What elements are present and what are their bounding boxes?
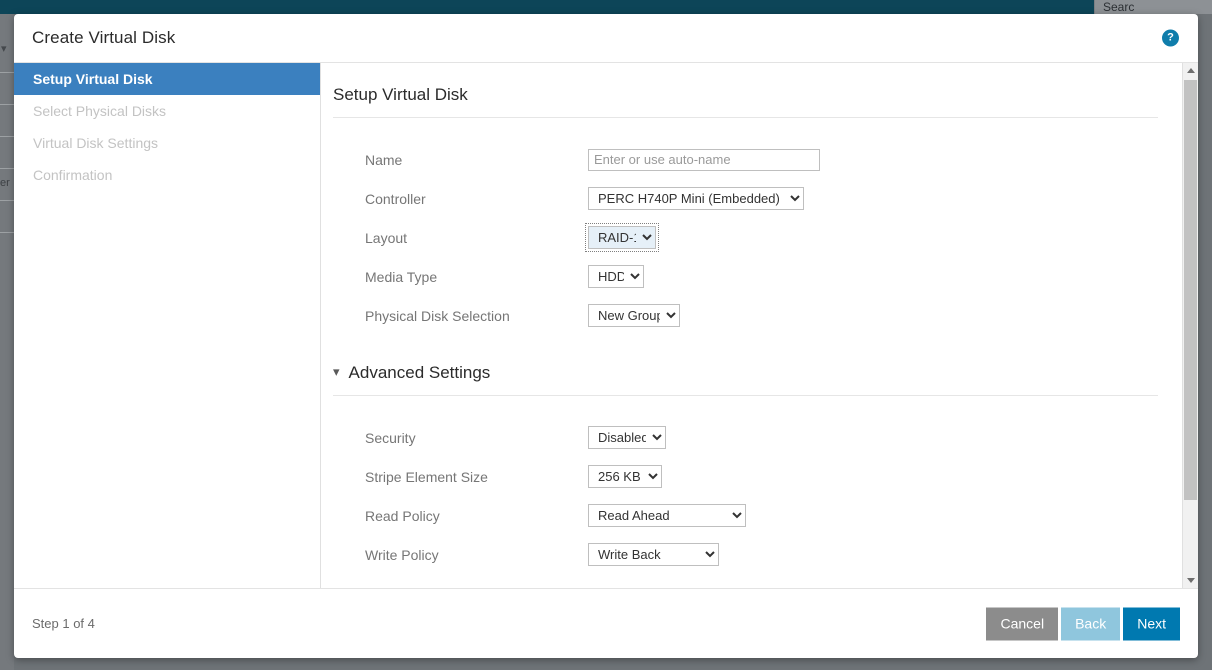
dialog-body: Setup Virtual Disk Select Physical Disks V… — [14, 63, 1198, 588]
control-name — [588, 149, 1158, 171]
control-security: DisabledEnabled — [588, 426, 1158, 449]
stripe-element-size-select[interactable]: 64 KB128 KB256 KB512 KB1 MB — [588, 465, 662, 488]
control-controller: PERC H740P Mini (Embedded) — [588, 187, 1158, 210]
content-inner: Setup Virtual Disk Name ControllerPERC H7… — [321, 63, 1198, 574]
form-row-stripe-element-size: Stripe Element Size64 KB128 KB256 KB512 … — [333, 457, 1158, 496]
form-row-physical-disk-selection: Physical Disk SelectionNew GroupExisting… — [333, 296, 1158, 335]
background-top-bar — [0, 0, 1212, 14]
wizard-step-virtual-disk-settings[interactable]: Virtual Disk Settings — [14, 127, 320, 159]
footer-button-group: CancelBackNext — [986, 607, 1180, 640]
background-left-panel — [0, 14, 14, 670]
back-button[interactable]: Back — [1061, 607, 1120, 640]
basic-settings-form: Name ControllerPERC H740P Mini (Embedded)… — [333, 118, 1158, 335]
chevron-down-icon: ▾ — [1, 44, 7, 55]
security-select[interactable]: DisabledEnabled — [588, 426, 666, 449]
scrollbar-thumb[interactable] — [1184, 80, 1197, 500]
wizard-step-list: Setup Virtual Disk Select Physical Disks V… — [14, 63, 321, 588]
content-pane: Setup Virtual Disk Name ControllerPERC H7… — [321, 63, 1198, 588]
page-title: Setup Virtual Disk — [333, 85, 1158, 118]
advanced-settings-toggle[interactable]: ▾ Advanced Settings — [333, 363, 1158, 396]
wizard-step-select-physical-disks[interactable]: Select Physical Disks — [14, 95, 320, 127]
chevron-down-icon: ▾ — [333, 364, 340, 380]
advanced-settings-label: Advanced Settings — [349, 363, 491, 383]
wizard-step-label: Select Physical Disks — [33, 103, 166, 119]
create-virtual-disk-dialog: Create Virtual Disk ? Setup Virtual Disk… — [14, 14, 1198, 658]
control-stripe-element-size: 64 KB128 KB256 KB512 KB1 MB — [588, 465, 1158, 488]
wizard-step-confirmation[interactable]: Confirmation — [14, 159, 320, 191]
form-row-name: Name — [333, 140, 1158, 179]
label-physical-disk-selection: Physical Disk Selection — [333, 308, 588, 324]
step-counter: Step 1 of 4 — [32, 616, 95, 631]
scroll-down-arrow-icon[interactable] — [1183, 573, 1198, 588]
wizard-step-label: Virtual Disk Settings — [33, 135, 158, 151]
form-row-read-policy: Read PolicyRead AheadNo Read Ahead — [333, 496, 1158, 535]
background-divider — [0, 200, 14, 201]
background-divider — [0, 72, 14, 73]
background-divider — [0, 168, 14, 169]
label-security: Security — [333, 430, 588, 446]
advanced-settings-form: SecurityDisabledEnabledStripe Element Si… — [333, 396, 1158, 574]
write-policy-select[interactable]: Write BackWrite ThroughForce Write Back — [588, 543, 719, 566]
control-read-policy: Read AheadNo Read Ahead — [588, 504, 1158, 527]
help-icon[interactable]: ? — [1162, 30, 1179, 47]
control-layout: RAID-0RAID-1RAID-5RAID-6RAID-10RAID-50RA… — [588, 226, 1158, 249]
read-policy-select[interactable]: Read AheadNo Read Ahead — [588, 504, 746, 527]
background-divider — [0, 232, 14, 233]
section-spacer — [333, 335, 1158, 363]
form-row-layout: LayoutRAID-0RAID-1RAID-5RAID-6RAID-10RAI… — [333, 218, 1158, 257]
form-row-media-type: Media TypeHDDSSD — [333, 257, 1158, 296]
form-row-write-policy: Write PolicyWrite BackWrite ThroughForce… — [333, 535, 1158, 574]
control-write-policy: Write BackWrite ThroughForce Write Back — [588, 543, 1158, 566]
next-button[interactable]: Next — [1123, 607, 1180, 640]
background-search-box[interactable]: Searc — [1094, 0, 1212, 14]
control-physical-disk-selection: New GroupExisting Group — [588, 304, 1158, 327]
label-stripe-element-size: Stripe Element Size — [333, 469, 588, 485]
background-partial-text: er — [0, 178, 10, 189]
layout-select[interactable]: RAID-0RAID-1RAID-5RAID-6RAID-10RAID-50RA… — [588, 226, 656, 249]
dialog-footer: Step 1 of 4 CancelBackNext — [14, 588, 1198, 658]
cancel-button[interactable]: Cancel — [986, 607, 1058, 640]
label-write-policy: Write Policy — [333, 547, 588, 563]
wizard-step-label: Confirmation — [33, 167, 112, 183]
form-row-security: SecurityDisabledEnabled — [333, 418, 1158, 457]
wizard-step-label: Setup Virtual Disk — [33, 71, 153, 87]
label-media-type: Media Type — [333, 269, 588, 285]
label-controller: Controller — [333, 191, 588, 207]
name-input[interactable] — [588, 149, 820, 171]
wizard-step-setup-virtual-disk[interactable]: Setup Virtual Disk — [14, 63, 320, 95]
controller-select[interactable]: PERC H740P Mini (Embedded) — [588, 187, 804, 210]
label-layout: Layout — [333, 230, 588, 246]
physical-disk-selection-select[interactable]: New GroupExisting Group — [588, 304, 680, 327]
label-read-policy: Read Policy — [333, 508, 588, 524]
scroll-up-arrow-icon[interactable] — [1183, 63, 1198, 78]
background-divider — [0, 136, 14, 137]
control-media-type: HDDSSD — [588, 265, 1158, 288]
media-type-select[interactable]: HDDSSD — [588, 265, 644, 288]
dialog-title: Create Virtual Disk — [32, 28, 175, 48]
scroll-up-glyph — [1187, 68, 1195, 73]
scroll-down-glyph — [1187, 578, 1195, 583]
label-name: Name — [333, 152, 588, 168]
background-divider — [0, 104, 14, 105]
dialog-header: Create Virtual Disk ? — [14, 14, 1198, 63]
form-row-controller: ControllerPERC H740P Mini (Embedded) — [333, 179, 1158, 218]
content-scrollbar[interactable] — [1182, 63, 1198, 588]
